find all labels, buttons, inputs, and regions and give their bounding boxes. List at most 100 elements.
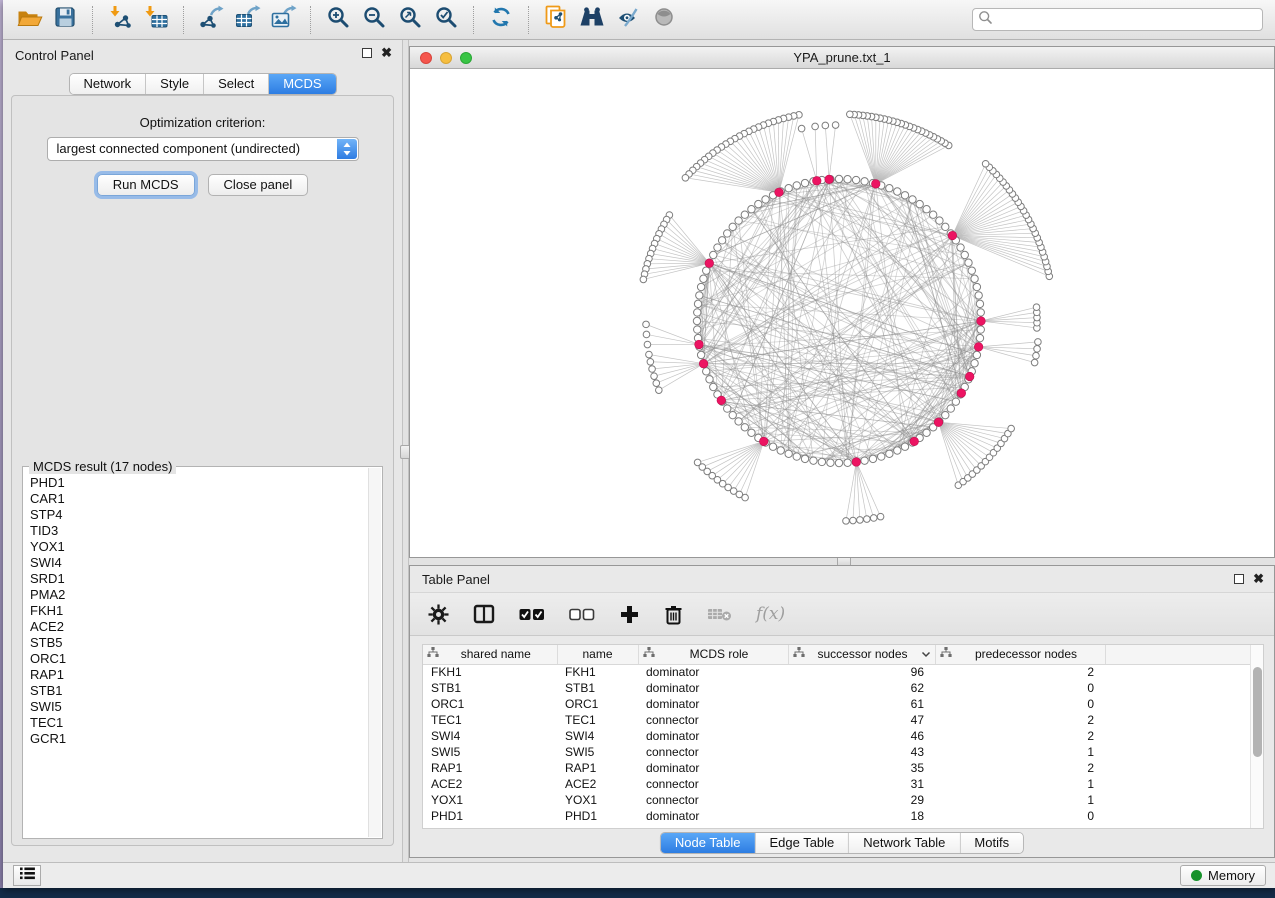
mcds-result-item[interactable]: RAP1 xyxy=(30,667,367,683)
hide-graphics-details-button[interactable] xyxy=(612,4,644,36)
node-table: shared name name MCDS role xyxy=(423,645,1255,824)
toolbar-separator xyxy=(310,6,311,34)
table-scrollbar[interactable] xyxy=(1250,645,1263,828)
mcds-tab-pane: Optimization criterion: largest connecte… xyxy=(11,95,394,846)
table-row[interactable]: YOX1 YOX1 connector 29 1 xyxy=(423,792,1254,808)
delete-table-icon[interactable] xyxy=(707,606,732,622)
close-window-icon[interactable] xyxy=(420,52,432,64)
table-row[interactable]: SWI4 SWI4 dominator 46 2 xyxy=(423,728,1254,744)
tab-edge-table[interactable]: Edge Table xyxy=(755,833,849,853)
close-panel-icon[interactable]: ✖ xyxy=(1253,574,1264,584)
import-network-button[interactable] xyxy=(104,4,136,36)
column-header-successor-nodes[interactable]: successor nodes xyxy=(788,645,935,664)
table-row[interactable]: SWI5 SWI5 connector 43 1 xyxy=(423,744,1254,760)
node-table-container: shared name name MCDS role xyxy=(422,644,1264,829)
export-network-button[interactable] xyxy=(195,4,227,36)
table-panel-title-bar: Table Panel ✖ xyxy=(410,566,1274,592)
export-table-button[interactable] xyxy=(231,4,263,36)
zoom-fit-button[interactable] xyxy=(394,4,426,36)
table-row[interactable]: ACE2 ACE2 connector 31 1 xyxy=(423,776,1254,792)
vertical-splitter[interactable] xyxy=(402,40,409,862)
mcds-result-item[interactable]: SWI5 xyxy=(30,699,367,715)
mcds-result-item[interactable]: STB1 xyxy=(30,683,367,699)
mcds-result-item[interactable]: PMA2 xyxy=(30,587,367,603)
select-all-icon[interactable] xyxy=(519,608,545,621)
tab-network-table[interactable]: Network Table xyxy=(849,833,960,853)
mcds-result-item[interactable]: SRD1 xyxy=(30,571,367,587)
eye-icon xyxy=(652,6,676,33)
tab-node-table[interactable]: Node Table xyxy=(661,833,756,853)
mcds-result-title: MCDS result (17 nodes) xyxy=(29,459,176,474)
mcds-result-item[interactable]: ACE2 xyxy=(30,619,367,635)
import-table-button[interactable] xyxy=(140,4,172,36)
mcds-result-item[interactable]: STP4 xyxy=(30,507,367,523)
column-header-mcds-role[interactable]: MCDS role xyxy=(638,645,788,664)
float-panel-icon[interactable] xyxy=(1234,574,1244,584)
zoom-out-button[interactable] xyxy=(358,4,390,36)
tab-motifs[interactable]: Motifs xyxy=(960,833,1023,853)
zoom-fit-icon xyxy=(398,5,422,34)
function-builder-icon: f(x) xyxy=(756,604,785,624)
tab-select[interactable]: Select xyxy=(204,74,269,94)
tab-network[interactable]: Network xyxy=(69,74,146,94)
table-row[interactable]: STB1 STB1 dominator 62 0 xyxy=(423,680,1254,696)
refresh-icon xyxy=(489,5,513,34)
table-row[interactable]: FKH1 FKH1 dominator 96 2 xyxy=(423,664,1254,680)
table-row[interactable]: RAP1 RAP1 dominator 35 2 xyxy=(423,760,1254,776)
mcds-result-item[interactable]: SWI4 xyxy=(30,555,367,571)
mcds-result-item[interactable]: PHD1 xyxy=(30,475,367,491)
control-panel-tabs: Network Style Select MCDS xyxy=(68,73,336,95)
tab-style[interactable]: Style xyxy=(146,74,204,94)
refresh-view-button[interactable] xyxy=(485,4,517,36)
table-mode-gear-icon[interactable] xyxy=(428,604,449,625)
float-panel-icon[interactable] xyxy=(362,48,372,58)
run-mcds-button[interactable]: Run MCDS xyxy=(97,174,195,196)
maximize-window-icon[interactable] xyxy=(460,52,472,64)
save-session-button[interactable] xyxy=(49,4,81,36)
column-header-shared-name[interactable]: shared name xyxy=(423,645,557,664)
optimization-criterion-select[interactable]: largest connected component (undirected) xyxy=(47,137,359,161)
tab-mcds[interactable]: MCDS xyxy=(269,74,335,94)
add-column-icon[interactable] xyxy=(619,604,640,625)
result-list-scrollbar[interactable] xyxy=(368,468,381,837)
open-file-button[interactable] xyxy=(13,4,45,36)
mcds-result-item[interactable]: GCR1 xyxy=(30,731,367,747)
mcds-result-item[interactable]: YOX1 xyxy=(30,539,367,555)
zoom-selected-button[interactable] xyxy=(430,4,462,36)
mcds-result-item[interactable]: TID3 xyxy=(30,523,367,539)
first-neighbors-button[interactable] xyxy=(576,4,608,36)
toolbar-separator xyxy=(183,6,184,34)
clone-network-icon xyxy=(544,4,569,35)
delete-column-icon[interactable] xyxy=(664,604,683,625)
close-panel-icon[interactable]: ✖ xyxy=(381,48,392,58)
mcds-result-item[interactable]: ORC1 xyxy=(30,651,367,667)
column-type-icon xyxy=(793,647,805,661)
mcds-result-item[interactable]: TEC1 xyxy=(30,715,367,731)
deselect-all-icon[interactable] xyxy=(569,608,595,621)
table-row[interactable]: ORC1 ORC1 dominator 61 0 xyxy=(423,696,1254,712)
table-row[interactable]: TEC1 TEC1 connector 47 2 xyxy=(423,712,1254,728)
network-canvas[interactable] xyxy=(410,69,1274,557)
toolbar-separator xyxy=(92,6,93,34)
export-image-button[interactable] xyxy=(267,4,299,36)
show-columns-icon[interactable] xyxy=(473,604,495,624)
zoom-in-button[interactable] xyxy=(322,4,354,36)
toolbar-separator xyxy=(528,6,529,34)
horizontal-splitter[interactable] xyxy=(409,558,1275,565)
show-graphics-details-button[interactable] xyxy=(648,4,680,36)
table-scrollbar-thumb[interactable] xyxy=(1253,667,1262,757)
log-console-button[interactable] xyxy=(13,865,41,886)
search-input[interactable] xyxy=(993,12,1257,28)
table-row[interactable]: PHD1 PHD1 dominator 18 0 xyxy=(423,808,1254,824)
clone-network-button[interactable] xyxy=(540,4,572,36)
toolbar-separator xyxy=(473,6,474,34)
column-header-predecessor-nodes[interactable]: predecessor nodes xyxy=(935,645,1105,664)
close-panel-button[interactable]: Close panel xyxy=(208,174,309,196)
mcds-result-item[interactable]: CAR1 xyxy=(30,491,367,507)
column-header-name[interactable]: name xyxy=(557,645,638,664)
mcds-result-item[interactable]: STB5 xyxy=(30,635,367,651)
minimize-window-icon[interactable] xyxy=(440,52,452,64)
memory-button[interactable]: Memory xyxy=(1180,865,1266,886)
status-bar: Memory xyxy=(3,862,1275,888)
mcds-result-item[interactable]: FKH1 xyxy=(30,603,367,619)
